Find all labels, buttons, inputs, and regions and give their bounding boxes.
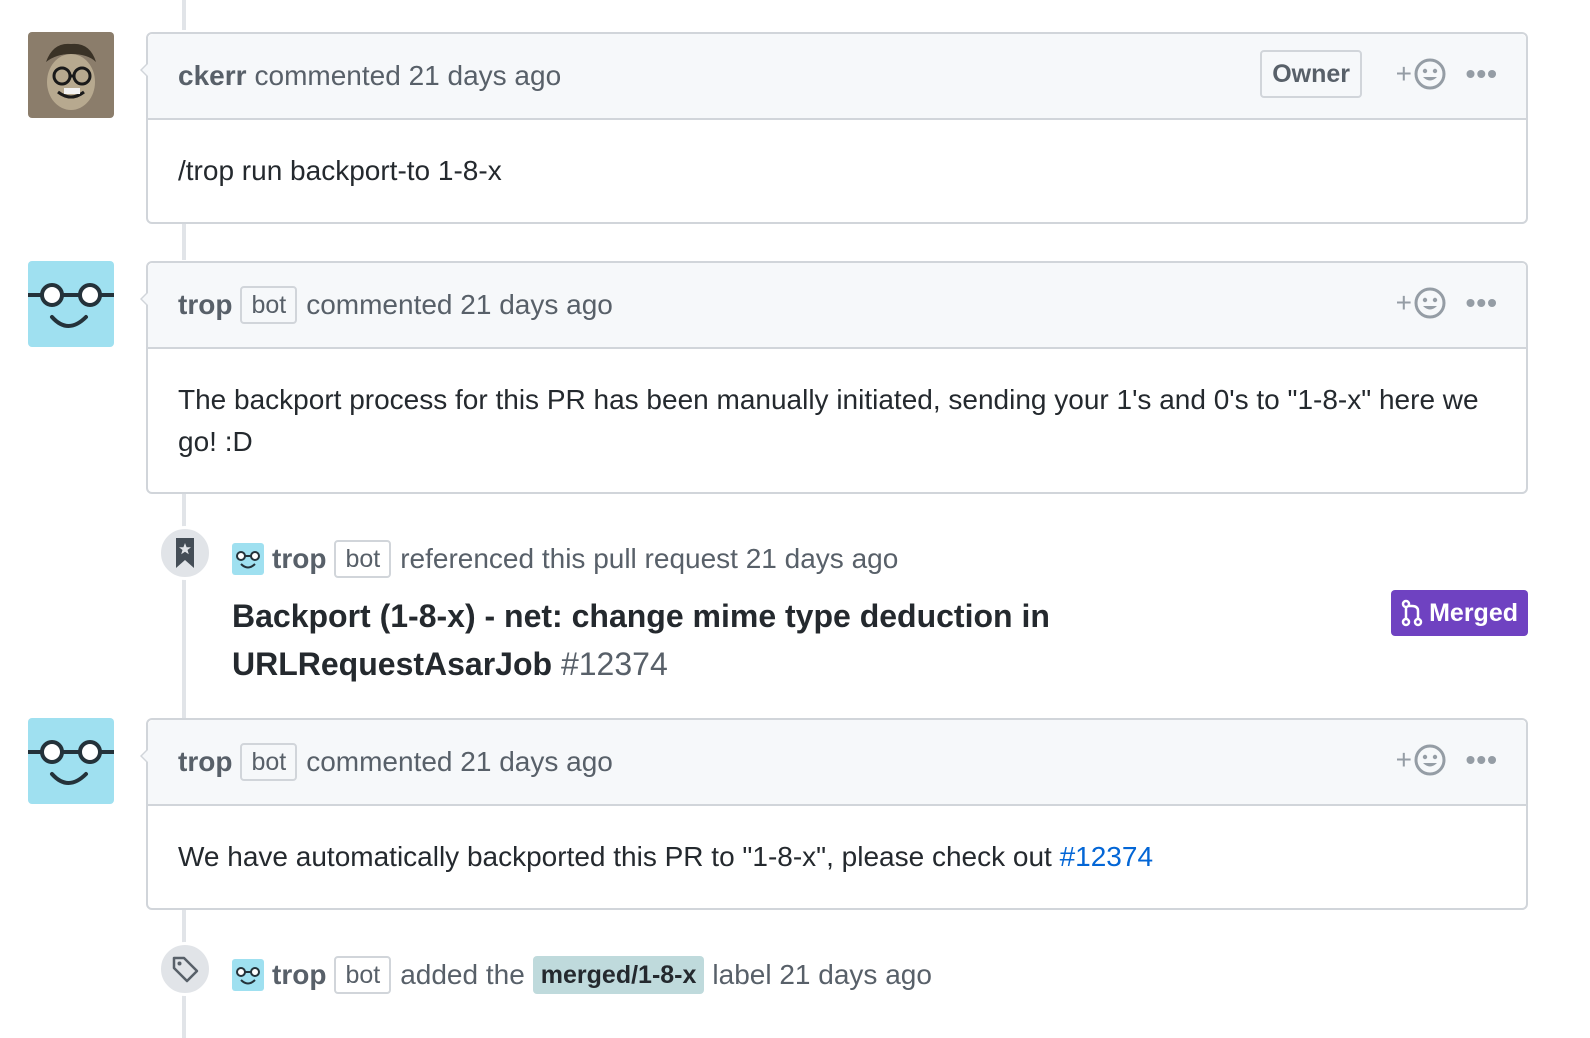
smiley-icon bbox=[1414, 744, 1446, 776]
add-reaction-button[interactable]: + bbox=[1396, 287, 1446, 319]
pr-link[interactable]: #12374 bbox=[1060, 841, 1153, 872]
reference-event-icon bbox=[158, 526, 212, 580]
comment-body-text: We have automatically backported this PR… bbox=[178, 841, 1060, 872]
comment-header: ckerr commented 21 days ago Owner + ••• bbox=[148, 34, 1526, 120]
mini-avatar-trop[interactable] bbox=[232, 959, 264, 991]
comment-body: /trop run backport-to 1-8-x bbox=[178, 155, 502, 186]
referenced-pr-title[interactable]: Backport (1-8-x) - net: change mime type… bbox=[232, 592, 1132, 688]
more-options-button[interactable]: ••• bbox=[1466, 287, 1498, 319]
comment-author[interactable]: trop bbox=[178, 746, 232, 778]
smiley-icon bbox=[1414, 58, 1446, 90]
plus-label: + bbox=[1395, 58, 1412, 89]
tag-icon bbox=[172, 956, 199, 983]
merged-status-badge: Merged bbox=[1391, 590, 1528, 636]
comment-ckerr: ckerr commented 21 days ago Owner + ••• … bbox=[140, 32, 1528, 224]
label-event-row: trop bot added the merged/1-8-x label 21… bbox=[232, 956, 932, 994]
comment-timestamp[interactable]: commented 21 days ago bbox=[255, 60, 562, 92]
add-reaction-button[interactable]: + bbox=[1396, 744, 1446, 776]
avatar-trop[interactable] bbox=[28, 261, 114, 347]
git-merge-icon bbox=[1401, 599, 1423, 627]
add-reaction-button[interactable]: + bbox=[1396, 58, 1446, 90]
timeline-line bbox=[182, 0, 186, 30]
bot-badge: bot bbox=[334, 540, 392, 578]
event-author[interactable]: trop bbox=[272, 543, 326, 575]
label-chip[interactable]: merged/1-8-x bbox=[532, 956, 705, 994]
avatar-ckerr[interactable] bbox=[28, 32, 114, 118]
event-text: referenced this pull request 21 days ago bbox=[400, 543, 899, 574]
plus-label: + bbox=[1395, 287, 1412, 318]
bot-badge: bot bbox=[240, 286, 298, 324]
pr-number[interactable]: #12374 bbox=[561, 646, 668, 682]
more-options-button[interactable]: ••• bbox=[1466, 744, 1498, 776]
comment-timestamp[interactable]: commented 21 days ago bbox=[306, 746, 613, 778]
comment-body: We have automatically backported this PR… bbox=[148, 806, 1526, 908]
timeline-line bbox=[182, 224, 186, 260]
comment-author[interactable]: trop bbox=[178, 289, 232, 321]
comment-trop-1: trop bot commented 21 days ago + ••• The… bbox=[140, 261, 1528, 494]
reference-event-row: trop bot referenced this pull request 21… bbox=[232, 540, 898, 578]
comment-author[interactable]: ckerr bbox=[178, 60, 247, 92]
merged-label: Merged bbox=[1429, 598, 1518, 627]
bot-badge: bot bbox=[240, 743, 298, 781]
comment-header: trop bot commented 21 days ago + ••• bbox=[148, 263, 1526, 349]
comment-trop-2: trop bot commented 21 days ago + ••• We … bbox=[140, 718, 1528, 910]
comment-header: trop bot commented 21 days ago + ••• bbox=[148, 720, 1526, 806]
avatar-trop[interactable] bbox=[28, 718, 114, 804]
bookmark-icon bbox=[176, 538, 194, 568]
bot-badge: bot bbox=[334, 956, 392, 994]
comment-body: The backport process for this PR has bee… bbox=[178, 384, 1479, 457]
owner-badge: Owner bbox=[1260, 50, 1362, 98]
label-event-icon bbox=[158, 942, 212, 996]
plus-label: + bbox=[1395, 744, 1412, 775]
smiley-icon bbox=[1414, 287, 1446, 319]
more-options-button[interactable]: ••• bbox=[1466, 58, 1498, 90]
mini-avatar-trop[interactable] bbox=[232, 543, 264, 575]
event-author[interactable]: trop bbox=[272, 959, 326, 991]
comment-timestamp[interactable]: commented 21 days ago bbox=[306, 289, 613, 321]
event-text-after: label 21 days ago bbox=[712, 959, 932, 990]
event-text-before: added the bbox=[400, 959, 525, 990]
